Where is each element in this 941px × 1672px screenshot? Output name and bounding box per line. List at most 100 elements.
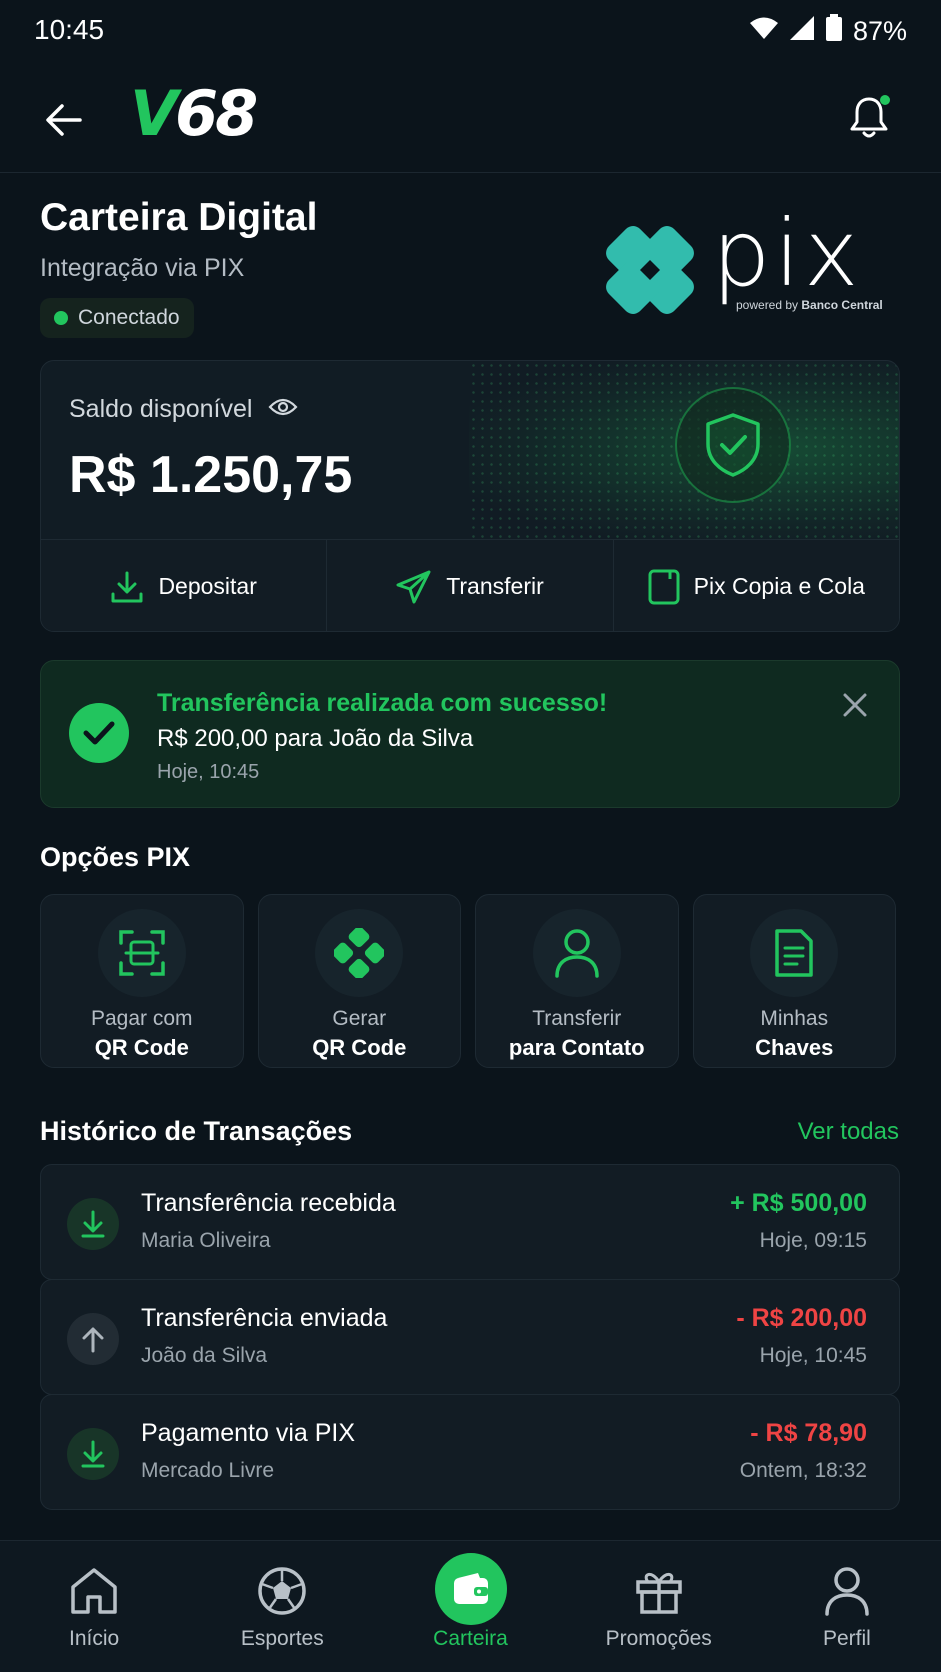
pix-tagline: powered by Banco Central	[736, 298, 883, 312]
transaction-row[interactable]: Transferência enviada João da Silva - R$…	[40, 1279, 900, 1395]
arrow-down-icon	[67, 1198, 119, 1250]
status-icons: 87%	[749, 14, 907, 49]
option-transfer-contact[interactable]: Transferir para Contato	[475, 894, 679, 1068]
nav-sports[interactable]: Esportes	[188, 1541, 376, 1672]
shield-badge	[675, 387, 791, 503]
pix-copy-paste-label: Pix Copia e Cola	[693, 573, 865, 599]
transaction-name: Transferência recebida	[141, 1189, 396, 1217]
page-subtitle: Integração via PIX	[40, 254, 245, 282]
option-pay-qr-line2: QR Code	[94, 1035, 189, 1060]
transaction-date: Hoje, 10:45	[759, 1344, 867, 1367]
balance-label-row: Saldo disponível	[69, 395, 298, 424]
page-title: Carteira Digital	[40, 196, 318, 239]
nav-home[interactable]: Início	[0, 1541, 188, 1672]
signal-icon	[789, 15, 815, 48]
gift-icon	[629, 1561, 689, 1621]
deposit-label: Depositar	[158, 573, 257, 599]
nav-promotions[interactable]: Promoções	[565, 1541, 753, 1672]
nav-wallet-label: Carteira	[433, 1627, 508, 1650]
arrow-down-icon	[67, 1428, 119, 1480]
pix-copy-paste-button[interactable]: Pix Copia e Cola	[613, 540, 899, 631]
option-my-keys[interactable]: Minhas Chaves	[692, 894, 896, 1068]
transaction-date: Ontem, 18:32	[739, 1459, 867, 1482]
brand-logo[interactable]: V68	[130, 83, 258, 145]
nav-sports-label: Esportes	[240, 1627, 324, 1650]
option-pay-qr-line1: Pagar com	[90, 1007, 193, 1030]
option-pay-qr[interactable]: Pagar com QR Code	[40, 894, 244, 1068]
logo-v: V	[130, 77, 178, 150]
qr-scan-icon	[97, 909, 186, 997]
option-transfer-contact-line2: para Contato	[508, 1035, 645, 1060]
pix-wordmark: pix	[712, 200, 863, 307]
transaction-row[interactable]: Pagamento via PIX Mercado Livre - R$ 78,…	[40, 1394, 900, 1510]
transaction-party: Maria Oliveira	[141, 1229, 271, 1252]
option-my-keys-line2: Chaves	[755, 1035, 834, 1060]
balance-label: Saldo disponível	[69, 395, 253, 423]
transaction-amount: + R$ 500,00	[730, 1189, 867, 1217]
shield-check-icon	[706, 413, 760, 477]
back-button[interactable]	[36, 92, 92, 148]
transaction-list: Transferência recebida Maria Oliveira + …	[40, 1164, 900, 1510]
success-toast: Transferência realizada com sucesso! R$ …	[40, 660, 900, 808]
copy-paste-icon	[648, 569, 680, 604]
pix-options: Pagar com QR Code Gerar QR Code Transfer…	[40, 894, 896, 1068]
nav-wallet[interactable]: Carteira	[376, 1541, 564, 1672]
toast-message: R$ 200,00 para João da Silva	[157, 725, 474, 752]
pix-logo: pix powered by Banco Central	[600, 200, 900, 324]
pix-tagline-prefix: powered by	[736, 298, 799, 312]
option-my-keys-line1: Minhas	[760, 1007, 829, 1030]
transfer-label: Transferir	[446, 573, 544, 599]
status-label: Conectado	[78, 306, 180, 329]
option-generate-qr-line1: Gerar	[332, 1007, 387, 1030]
transaction-name: Transferência enviada	[141, 1304, 388, 1332]
wallet-icon	[434, 1553, 507, 1625]
pix-tagline-bold: Banco Central	[801, 298, 883, 312]
notifications-button[interactable]	[841, 90, 897, 146]
toast-time: Hoje, 10:45	[157, 761, 260, 783]
toast-close-button[interactable]	[835, 685, 875, 725]
nav-promotions-label: Promoções	[605, 1627, 712, 1650]
see-all-link[interactable]: Ver todas	[798, 1118, 899, 1146]
option-generate-qr[interactable]: Gerar QR Code	[257, 894, 461, 1068]
pix-diamond-icon	[315, 909, 404, 997]
eye-icon[interactable]	[268, 395, 298, 424]
download-icon	[111, 571, 143, 602]
soccer-ball-icon	[252, 1561, 312, 1621]
balance-value: R$ 1.250,75	[69, 446, 353, 504]
nav-profile-label: Perfil	[822, 1627, 871, 1650]
balance-card: Saldo disponível R$ 1.250,75 Depositar T…	[40, 360, 900, 632]
history-title: Histórico de Transações	[40, 1116, 353, 1146]
home-icon	[64, 1561, 124, 1621]
logo-number: 68	[174, 77, 258, 150]
send-icon	[396, 570, 431, 603]
transaction-date: Hoje, 09:15	[759, 1229, 867, 1252]
transaction-party: João da Silva	[141, 1344, 268, 1367]
transfer-button[interactable]: Transferir	[327, 540, 614, 631]
transaction-amount: - R$ 200,00	[736, 1304, 867, 1332]
arrow-left-icon	[46, 104, 82, 136]
option-transfer-contact-line1: Transferir	[532, 1007, 622, 1030]
battery-level: 87%	[852, 16, 907, 46]
close-icon	[843, 693, 867, 717]
bottom-nav: Início Esportes Carteira Promoções Perfi…	[0, 1540, 941, 1672]
check-circle-icon	[69, 703, 129, 763]
options-title: Opções PIX	[40, 842, 191, 872]
nav-home-label: Início	[69, 1627, 120, 1650]
toast-title: Transferência realizada com sucesso!	[157, 689, 608, 717]
transaction-name: Pagamento via PIX	[141, 1419, 356, 1447]
header-divider	[0, 172, 941, 173]
deposit-button[interactable]: Depositar	[41, 540, 328, 631]
transaction-row[interactable]: Transferência recebida Maria Oliveira + …	[40, 1164, 900, 1280]
transaction-amount: - R$ 78,90	[750, 1419, 867, 1447]
transaction-party: Mercado Livre	[141, 1459, 275, 1482]
bell-icon	[850, 95, 890, 138]
status-time: 10:45	[34, 14, 105, 45]
profile-icon	[817, 1561, 877, 1621]
balance-actions: Depositar Transferir Pix Copia e Cola	[41, 539, 899, 631]
nav-profile[interactable]: Perfil	[753, 1541, 941, 1672]
user-icon	[532, 909, 621, 997]
document-icon	[750, 909, 839, 997]
arrow-up-icon	[67, 1313, 119, 1365]
status-dot-icon	[54, 311, 68, 325]
wifi-icon	[749, 16, 779, 47]
